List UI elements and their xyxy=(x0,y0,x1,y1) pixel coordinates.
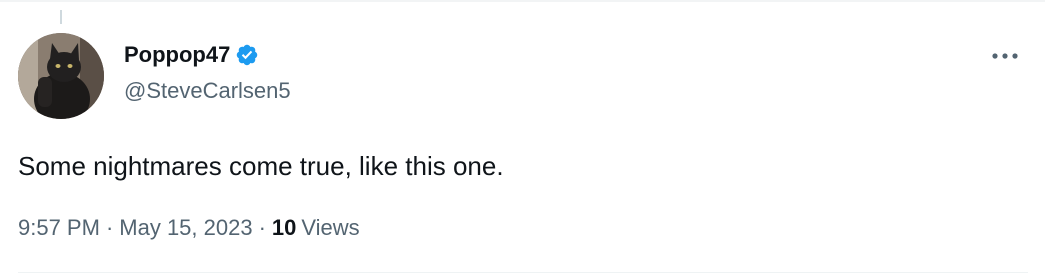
top-divider xyxy=(0,0,1045,2)
author-handle[interactable]: @SteveCarlsen5 xyxy=(124,76,291,106)
more-options-button[interactable] xyxy=(985,42,1025,70)
separator-dot: · xyxy=(258,215,266,240)
tweet-text: Some nightmares come true, like this one… xyxy=(18,151,504,181)
bottom-divider xyxy=(18,272,1028,273)
tweet-time[interactable]: 9:57 PM xyxy=(18,212,100,244)
avatar-cat-image xyxy=(18,33,104,119)
thread-connector-line xyxy=(60,10,62,24)
views-count: 10 xyxy=(271,215,297,240)
separator-dot: · xyxy=(105,215,114,240)
avatar[interactable] xyxy=(18,33,104,119)
author-name-row: Poppop47 xyxy=(124,40,259,70)
author-display-name[interactable]: Poppop47 xyxy=(124,40,230,70)
tweet-metadata: 9:57 PM · May 15, 2023 · 10 Views xyxy=(18,212,360,244)
verified-badge-icon xyxy=(235,43,259,67)
tweet-date[interactable]: May 15, 2023 xyxy=(119,212,252,244)
more-horizontal-icon xyxy=(992,53,1018,59)
views-label: Views xyxy=(301,215,360,240)
